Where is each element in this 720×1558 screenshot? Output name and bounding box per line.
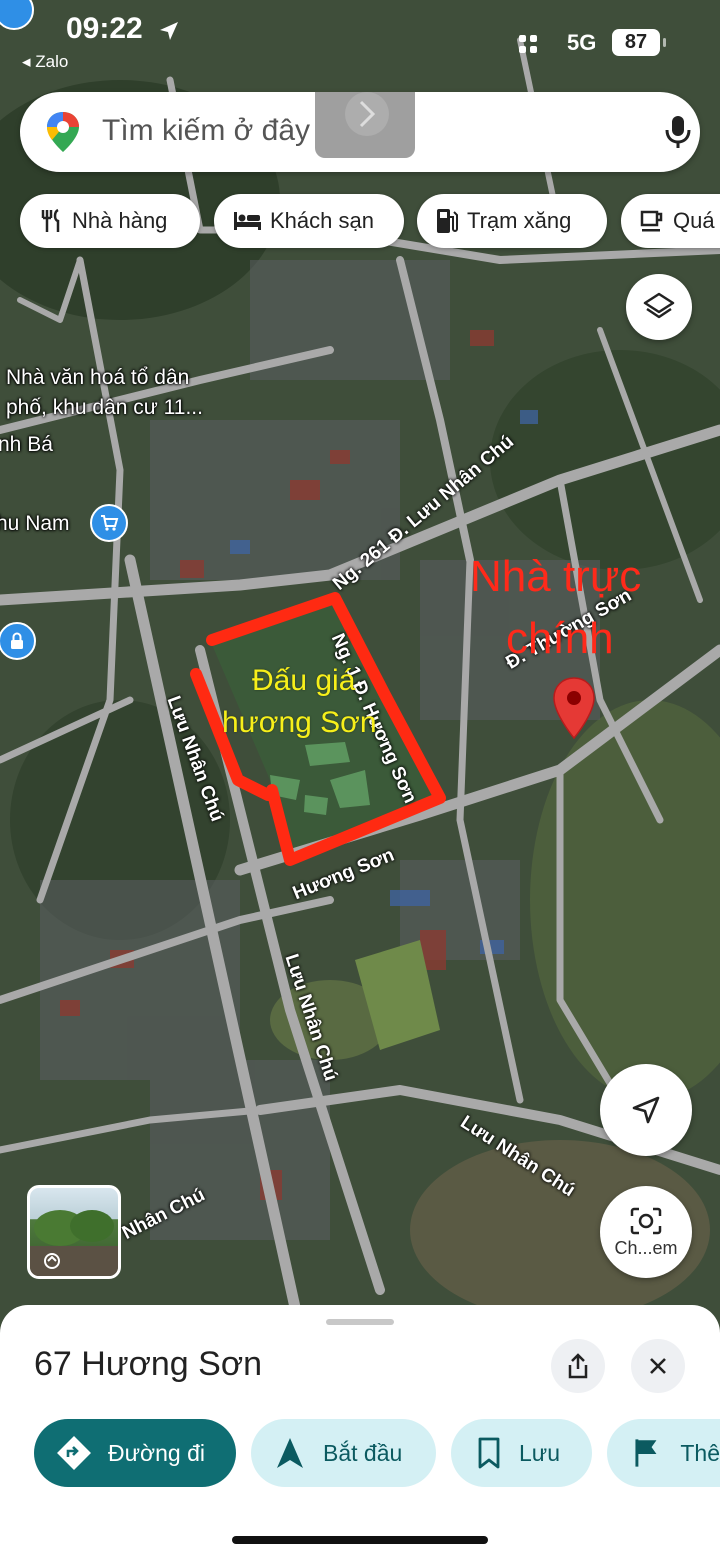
search-bar[interactable]: Tìm kiếm ở đây <box>20 92 700 172</box>
signal-icon <box>519 35 537 53</box>
layers-icon <box>643 292 675 319</box>
my-location-button[interactable] <box>600 1064 692 1156</box>
back-to-app-link[interactable]: ◂ Zalo <box>22 52 68 72</box>
street-view-preview <box>30 1210 118 1276</box>
start-button[interactable]: Bắt đầu <box>251 1419 436 1487</box>
battery-indicator: 87 <box>612 29 666 56</box>
poi-community-house-label[interactable]: Nhà văn hoá tổ dân <box>6 366 189 390</box>
location-arrow-icon <box>160 22 178 40</box>
close-button[interactable] <box>631 1339 685 1393</box>
lens-label: Ch...em <box>614 1237 678 1258</box>
close-icon <box>650 1358 666 1374</box>
add-label-label: Thê <box>680 1439 720 1466</box>
chip-hotels[interactable]: Khách sạn <box>214 194 404 248</box>
chip-coffee[interactable]: Quá <box>621 194 720 248</box>
microphone-icon[interactable] <box>664 114 692 150</box>
directions-label: Đường đi <box>108 1439 205 1466</box>
chip-restaurants[interactable]: Nhà hàng <box>20 194 200 248</box>
street-view-thumbnail[interactable] <box>27 1185 121 1279</box>
gas-station-icon <box>437 209 458 233</box>
flag-icon <box>635 1439 657 1467</box>
annotation-red-line2: chính <box>506 614 614 663</box>
navigation-arrow-icon <box>277 1438 303 1468</box>
camera-lens-icon <box>630 1207 662 1234</box>
lens-button[interactable]: Ch...em <box>600 1186 692 1278</box>
poi-partial-label: nh Bá <box>0 433 53 456</box>
network-type: 5G <box>567 30 597 55</box>
place-title: 67 Hương Sơn <box>34 1345 263 1383</box>
chip-label: Nhà hàng <box>72 208 168 233</box>
start-label: Bắt đầu <box>323 1439 403 1466</box>
status-bar: 09:22 ◂ Zalo 5G 87 <box>0 0 720 80</box>
annotation-red-line1: Nhà trực <box>470 552 642 601</box>
share-button[interactable] <box>551 1339 605 1393</box>
directions-button[interactable]: Đường đi <box>34 1419 236 1487</box>
poi-partial-label-2: hu Nam <box>0 512 70 535</box>
google-maps-logo-icon <box>47 112 79 152</box>
overlay-next-button[interactable] <box>315 92 415 158</box>
shopping-cart-icon[interactable] <box>90 504 128 542</box>
layers-button[interactable] <box>626 274 692 340</box>
share-icon <box>568 1353 588 1379</box>
bookmark-icon <box>478 1437 500 1469</box>
save-label: Lưu <box>519 1439 560 1466</box>
directions-icon <box>57 1436 91 1470</box>
home-indicator[interactable] <box>232 1536 488 1544</box>
annotation-yellow-line2: hương Sơn <box>222 706 377 739</box>
fork-knife-icon <box>41 208 60 232</box>
chip-label: Quá <box>673 208 715 233</box>
action-buttons: Đường đi Bắt đầu Lưu Thê <box>0 1419 720 1487</box>
chevron-right-icon <box>345 92 389 136</box>
coffee-cup-icon <box>640 210 663 232</box>
category-chips: Nhà hàng Khách sạn Trạm xăng Quá <box>20 194 720 248</box>
chip-gas-stations[interactable]: Trạm xăng <box>417 194 607 248</box>
save-button[interactable]: Lưu <box>451 1419 592 1487</box>
poi-community-house-label-2[interactable]: phố, khu dân cư 11... <box>6 396 203 420</box>
annotation-yellow-line1: Đấu giá <box>252 664 356 697</box>
bed-icon <box>234 212 261 230</box>
navigation-arrow-icon <box>632 1096 660 1124</box>
chip-label: Trạm xăng <box>467 208 572 233</box>
clock: 09:22 <box>66 12 143 45</box>
add-label-button[interactable]: Thê <box>607 1419 720 1487</box>
place-pin-icon[interactable] <box>552 676 596 742</box>
search-input[interactable]: Tìm kiếm ở đây <box>102 114 310 148</box>
drag-handle[interactable] <box>326 1319 394 1325</box>
chip-label: Khách sạn <box>270 208 374 233</box>
place-bottom-sheet[interactable]: 67 Hương Sơn Đường đi Bắt đầu Lưu Thê <box>0 1305 720 1558</box>
